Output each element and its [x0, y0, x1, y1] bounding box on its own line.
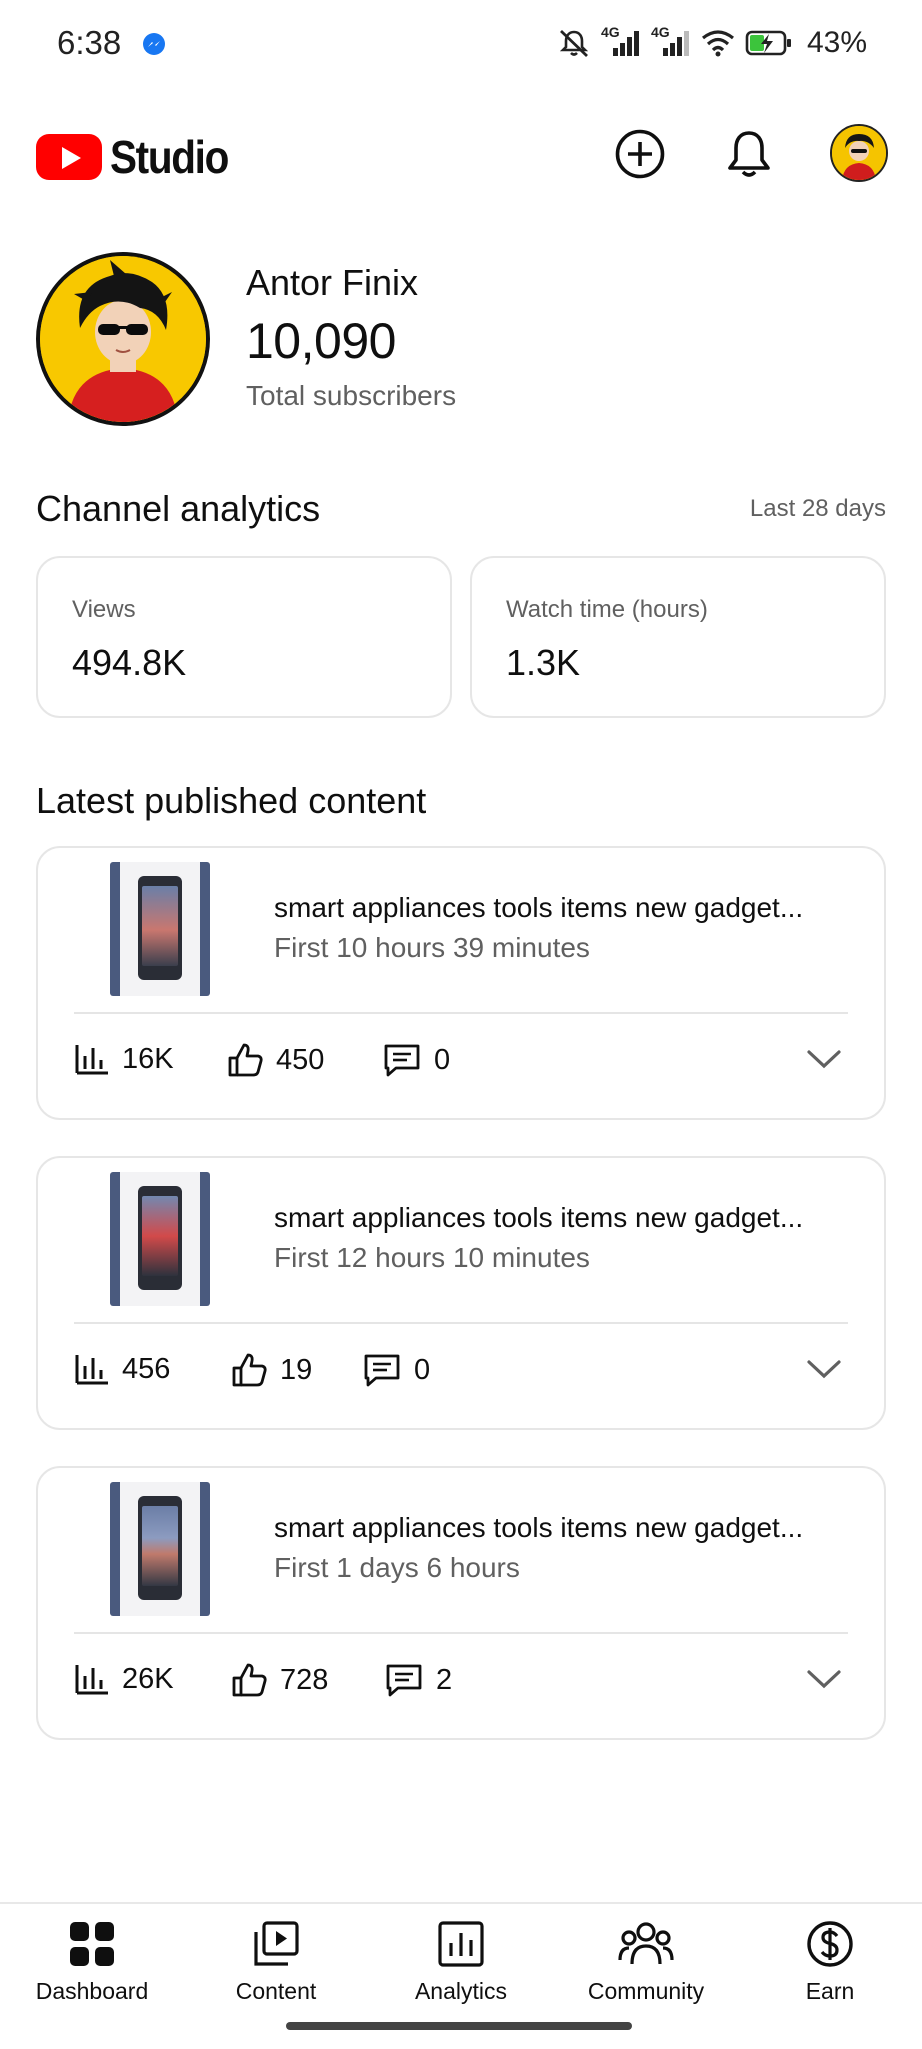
comments-count: 0 — [414, 1353, 431, 1386]
bar-chart-icon — [75, 1045, 108, 1075]
video-thumbnail[interactable] — [110, 1482, 210, 1616]
wifi-icon — [701, 30, 734, 57]
analytics-icon — [438, 1921, 484, 1967]
signal-2-icon: 4G — [651, 24, 691, 58]
battery-percent: 43% — [806, 26, 867, 59]
nav-dashboard[interactable]: Dashboard — [0, 1920, 184, 2005]
channel-avatar-image — [40, 256, 206, 422]
account-avatar[interactable] — [830, 124, 888, 182]
likes-count: 450 — [276, 1043, 325, 1076]
comment-icon — [364, 1354, 400, 1387]
analytics-period: Last 28 days — [749, 495, 886, 522]
content-card[interactable]: smart appliances tools items new gadget.… — [36, 846, 886, 1120]
watch-time-label: Watch time (hours) — [506, 596, 708, 623]
nav-label: Content — [235, 1978, 317, 2004]
nav-label: Earn — [805, 1978, 855, 2004]
notifications-button[interactable] — [721, 126, 777, 182]
channel-analytics-title: Channel analytics — [36, 488, 321, 529]
mute-icon — [559, 29, 589, 58]
channel-name: Antor Finix — [246, 262, 419, 303]
community-icon — [618, 1922, 674, 1965]
latest-content-title: Latest published content — [36, 780, 427, 821]
nav-analytics[interactable]: Analytics — [369, 1920, 553, 2005]
app-header: Studio — [0, 110, 922, 198]
nav-label: Analytics — [414, 1978, 508, 2004]
nav-content[interactable]: Content — [184, 1920, 368, 2005]
messenger-notification-icon — [143, 33, 165, 55]
thumbs-up-icon — [228, 1043, 263, 1077]
home-indicator[interactable] — [286, 2022, 632, 2030]
video-thumbnail[interactable] — [110, 862, 210, 996]
likes-metric: 19 — [230, 1352, 312, 1388]
comment-icon — [384, 1044, 420, 1077]
nav-label: Dashboard — [35, 1978, 149, 2004]
status-icons: 4G 4G 43% — [557, 24, 867, 60]
avatar-image — [832, 126, 886, 180]
nav-earn[interactable]: Earn — [738, 1920, 922, 2005]
views-value: 494.8K — [72, 642, 187, 683]
earn-icon — [807, 1921, 853, 1967]
views-card[interactable]: Views 494.8K — [36, 556, 452, 718]
expand-button[interactable] — [806, 1048, 842, 1075]
video-thumbnail[interactable] — [110, 1172, 210, 1306]
likes-count: 19 — [280, 1353, 313, 1386]
views-label: Views — [72, 596, 136, 623]
bar-chart-icon — [75, 1665, 108, 1695]
card-divider — [74, 1012, 848, 1014]
signal-1-icon: 4G — [601, 24, 641, 58]
likes-metric: 728 — [230, 1662, 328, 1698]
content-card[interactable]: smart appliances tools items new gadget.… — [36, 1156, 886, 1430]
subscriber-count: 10,090 — [246, 313, 396, 369]
nav-community[interactable]: Community — [554, 1920, 738, 2005]
comments-metric: 2 — [384, 1662, 452, 1698]
video-title[interactable]: smart appliances tools items new gadget.… — [274, 892, 864, 924]
video-time-window: First 10 hours 39 minutes — [274, 932, 590, 963]
watch-time-value: 1.3K — [506, 642, 581, 683]
youtube-play-icon — [36, 134, 102, 180]
views-metric: 16K — [74, 1042, 174, 1076]
expand-button[interactable] — [806, 1358, 842, 1385]
card-divider — [74, 1322, 848, 1324]
plus-circle-icon — [615, 129, 665, 179]
battery-icon — [745, 30, 791, 56]
thumbs-up-icon — [232, 1663, 267, 1697]
comments-metric: 0 — [362, 1352, 430, 1388]
card-divider — [74, 1632, 848, 1634]
likes-metric: 450 — [226, 1042, 324, 1078]
likes-count: 728 — [280, 1663, 329, 1696]
channel-avatar[interactable] — [36, 252, 210, 426]
nav-label: Community — [587, 1978, 705, 2004]
logo-text: Studio — [110, 131, 229, 183]
create-button[interactable] — [612, 126, 668, 182]
video-title[interactable]: smart appliances tools items new gadget.… — [274, 1512, 864, 1544]
content-card[interactable]: smart appliances tools items new gadget.… — [36, 1466, 886, 1740]
views-count: 456 — [122, 1352, 171, 1385]
watch-time-card[interactable]: Watch time (hours) 1.3K — [470, 556, 886, 718]
content-icon — [254, 1921, 299, 1966]
video-title[interactable]: smart appliances tools items new gadget.… — [274, 1202, 864, 1234]
chevron-down-icon — [807, 1050, 841, 1069]
bell-icon — [728, 131, 770, 177]
views-metric: 456 — [74, 1352, 170, 1386]
subscriber-label: Total subscribers — [246, 380, 457, 411]
video-time-window: First 12 hours 10 minutes — [274, 1242, 590, 1273]
expand-button[interactable] — [806, 1668, 842, 1695]
comments-count: 2 — [436, 1663, 453, 1696]
status-time: 6:38 — [57, 24, 122, 61]
thumbs-up-icon — [232, 1353, 267, 1387]
comment-icon — [386, 1664, 422, 1697]
chevron-down-icon — [807, 1670, 841, 1689]
views-count: 26K — [122, 1662, 174, 1695]
bar-chart-icon — [75, 1355, 108, 1385]
status-bar: 6:38 4G 4G 43% — [0, 0, 922, 92]
youtube-studio-logo[interactable]: Studio — [36, 130, 244, 184]
views-count: 16K — [122, 1042, 174, 1075]
views-metric: 26K — [74, 1662, 174, 1696]
comments-count: 0 — [434, 1043, 451, 1076]
dashboard-icon — [70, 1922, 114, 1966]
chevron-down-icon — [807, 1360, 841, 1379]
channel-summary: Antor Finix 10,090 Total subscribers — [36, 250, 886, 426]
video-time-window: First 1 days 6 hours — [274, 1552, 520, 1583]
comments-metric: 0 — [382, 1042, 450, 1078]
